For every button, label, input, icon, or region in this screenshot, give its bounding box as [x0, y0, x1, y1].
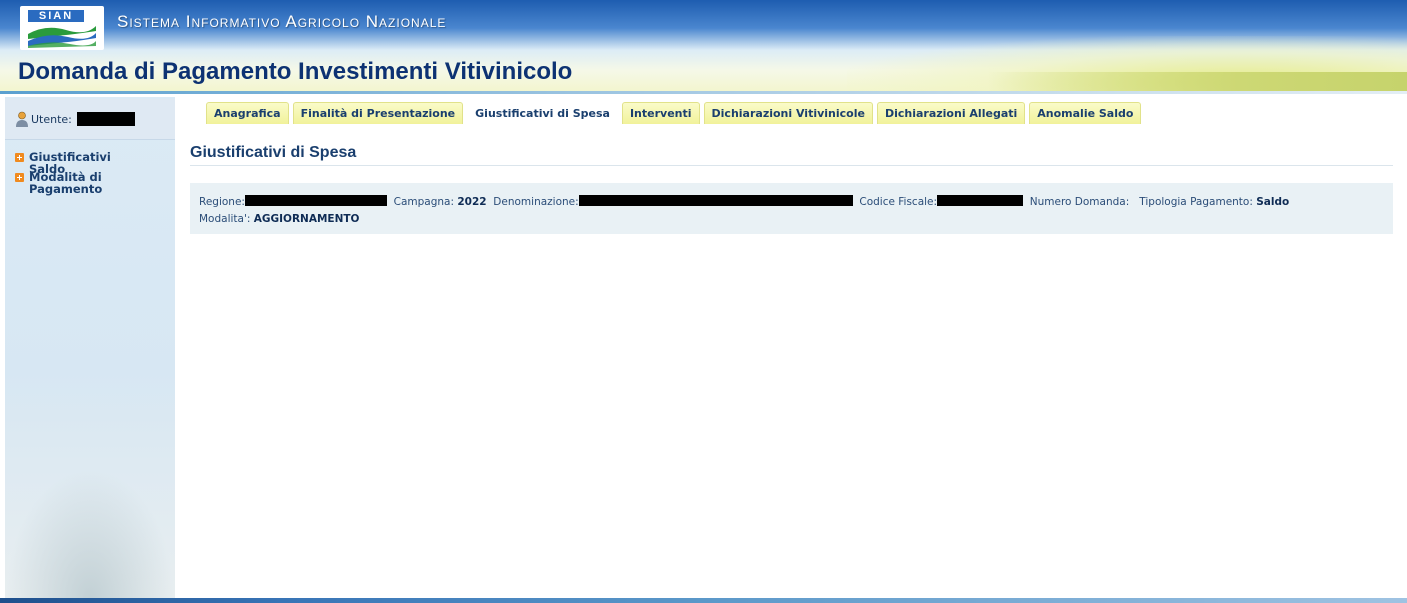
- sidebar-item-modalita-pagamento[interactable]: Modalità di Pagamento: [15, 171, 109, 195]
- tab-giustificativi-spesa[interactable]: Giustificativi di Spesa: [467, 102, 618, 124]
- expand-plus-icon: [15, 173, 24, 182]
- header: SIAN Sistema Informativo Agricolo Nazion…: [0, 0, 1407, 91]
- tipologia-pagamento-label: Tipologia Pagamento:: [1139, 196, 1253, 208]
- tab-dichiarazioni-vitivinicole[interactable]: Dichiarazioni Vitivinicole: [703, 102, 873, 124]
- footer-divider: [0, 598, 1407, 603]
- regione-value-redacted: [244, 195, 387, 206]
- campagna-value: 2022: [457, 196, 487, 208]
- tab-anagrafica[interactable]: Anagrafica: [206, 102, 289, 124]
- tab-bar: Anagrafica Finalità di Presentazione Giu…: [206, 102, 1145, 124]
- logo-text: SIAN: [28, 10, 84, 22]
- campagna-label: Campagna:: [393, 196, 455, 208]
- user-box: Utente:: [5, 99, 175, 140]
- modalita-value: AGGIORNAMENTO: [253, 213, 360, 225]
- header-divider: [0, 91, 1407, 94]
- tab-finalita-presentazione[interactable]: Finalità di Presentazione: [292, 102, 464, 124]
- user-label: Utente:: [31, 113, 72, 126]
- sian-logo[interactable]: SIAN: [20, 6, 104, 50]
- user-icon: [16, 111, 28, 127]
- modalita-label: Modalita':: [199, 213, 251, 225]
- application-info-panel: Regione: Campagna: 2022 Denominazione: C…: [190, 183, 1393, 234]
- regione-label: Regione:: [199, 196, 245, 208]
- logo-waves-icon: [28, 26, 96, 48]
- numero-domanda-label: Numero Domanda:: [1029, 196, 1130, 208]
- info-row-1: Regione: Campagna: 2022 Denominazione: C…: [199, 195, 1289, 208]
- sidebar: Utente: Giustificativi Saldo Modalità di…: [5, 97, 175, 599]
- denominazione-value-redacted: [578, 195, 853, 206]
- user-name-redacted: [77, 112, 135, 126]
- denominazione-label: Denominazione:: [493, 196, 579, 208]
- tab-interventi[interactable]: Interventi: [621, 102, 700, 124]
- system-title: Sistema Informativo Agricolo Nazionale: [117, 12, 447, 31]
- tab-dichiarazioni-allegati[interactable]: Dichiarazioni Allegati: [876, 102, 1026, 124]
- expand-plus-icon: [15, 153, 24, 162]
- app-title: Domanda di Pagamento Investimenti Vitivi…: [18, 58, 573, 85]
- tab-anomalie-saldo[interactable]: Anomalie Saldo: [1029, 102, 1142, 124]
- title-divider: [190, 165, 1393, 166]
- codice-fiscale-value-redacted: [937, 195, 1024, 206]
- header-field-strip: [987, 72, 1407, 91]
- page-title: Giustificativi di Spesa: [190, 144, 357, 161]
- info-row-2: Modalita': AGGIORNAMENTO: [199, 213, 359, 225]
- codice-fiscale-label: Codice Fiscale:: [859, 196, 938, 208]
- sidebar-item-label: Modalità di Pagamento: [29, 170, 103, 196]
- sidebar-background-image: [5, 469, 175, 599]
- tipologia-pagamento-value: Saldo: [1256, 196, 1290, 208]
